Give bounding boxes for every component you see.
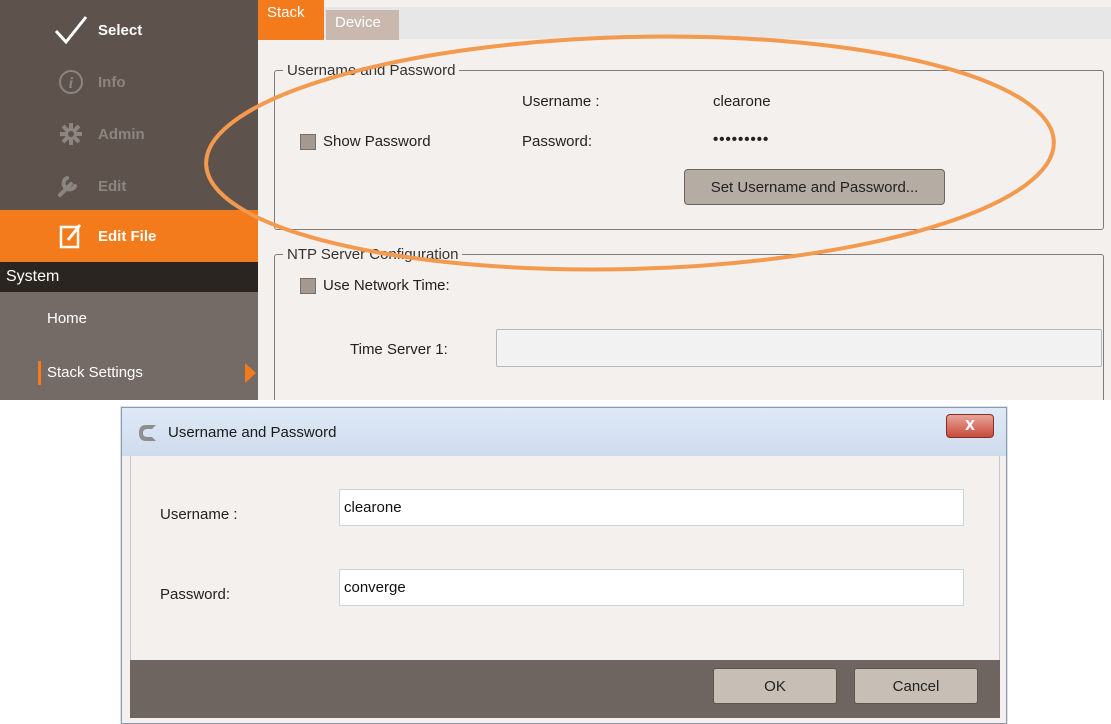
gear-icon [50, 116, 92, 152]
password-input[interactable]: converge [339, 569, 964, 606]
svg-text:i: i [69, 75, 74, 92]
show-password-label: Show Password [323, 133, 431, 150]
info-icon: i [50, 64, 92, 100]
checkmark-icon [50, 12, 92, 48]
use-network-time-checkbox[interactable] [300, 278, 316, 294]
selected-marker [38, 361, 41, 385]
sidebar: Select i Info Admin Edit Edit File Syste… [0, 0, 258, 400]
ntp-group: NTP Server Configuration [274, 246, 1104, 400]
time-server-input[interactable] [496, 329, 1102, 367]
dialog-username-label: Username : [160, 506, 238, 523]
password-value: ••••••••• [713, 131, 770, 148]
username-label: Username : [522, 93, 600, 110]
set-username-password-button[interactable]: Set Username and Password... [684, 169, 945, 205]
wrench-icon [50, 168, 92, 204]
app-logo-icon [139, 425, 156, 441]
dialog-body: Username : clearone Password: converge [130, 456, 1000, 660]
username-input[interactable]: clearone [339, 489, 964, 526]
converge-app-window: Select i Info Admin Edit Edit File Syste… [0, 0, 1111, 400]
sidebar-item-home[interactable]: Home [0, 292, 258, 346]
chevron-right-icon [245, 363, 256, 383]
tab-stack[interactable]: Stack [258, 0, 324, 40]
ok-button[interactable]: OK [713, 668, 837, 704]
credentials-group-legend: Username and Password [287, 62, 456, 79]
dialog-password-label: Password: [160, 586, 231, 603]
sidebar-item-stack-settings[interactable]: Stack Settings [0, 346, 258, 400]
composite-screenshot: Select i Info Admin Edit Edit File Syste… [0, 0, 1111, 724]
sidebar-item-label: Stack Settings [47, 364, 143, 381]
nav-item-edit[interactable]: Edit [0, 160, 258, 212]
username-password-dialog: Username and Password X Username : clear… [121, 407, 1007, 724]
username-value: clearone [713, 93, 771, 110]
show-password-checkbox[interactable] [300, 134, 316, 150]
edit-file-icon [50, 218, 92, 254]
nav-item-label: Edit [98, 177, 127, 195]
dialog-title-bar: Username and Password X [122, 408, 1006, 456]
password-label: Password: [522, 133, 593, 150]
main-content: Stack Device Username and Password Usern… [258, 0, 1111, 400]
use-network-time-label: Use Network Time: [323, 277, 450, 294]
cancel-button[interactable]: Cancel [854, 668, 978, 704]
ntp-group-legend: NTP Server Configuration [287, 246, 459, 263]
nav-item-label: Info [98, 73, 126, 91]
time-server-label: Time Server 1: [350, 341, 448, 358]
nav-item-label: Edit File [98, 227, 157, 245]
sidebar-section-system: System [0, 262, 258, 292]
nav-item-select[interactable]: Select [0, 4, 258, 56]
dialog-title: Username and Password [168, 424, 337, 441]
dialog-footer: OK Cancel [130, 660, 1000, 718]
nav-item-label: Select [98, 21, 143, 39]
nav-item-label: Admin [98, 125, 145, 143]
nav-item-edit-file[interactable]: Edit File [0, 210, 258, 262]
tab-device[interactable]: Device [326, 10, 399, 40]
sidebar-item-label: Home [47, 310, 88, 327]
nav-item-admin[interactable]: Admin [0, 108, 258, 160]
nav-item-info[interactable]: i Info [0, 56, 258, 108]
close-button[interactable]: X [946, 414, 994, 438]
